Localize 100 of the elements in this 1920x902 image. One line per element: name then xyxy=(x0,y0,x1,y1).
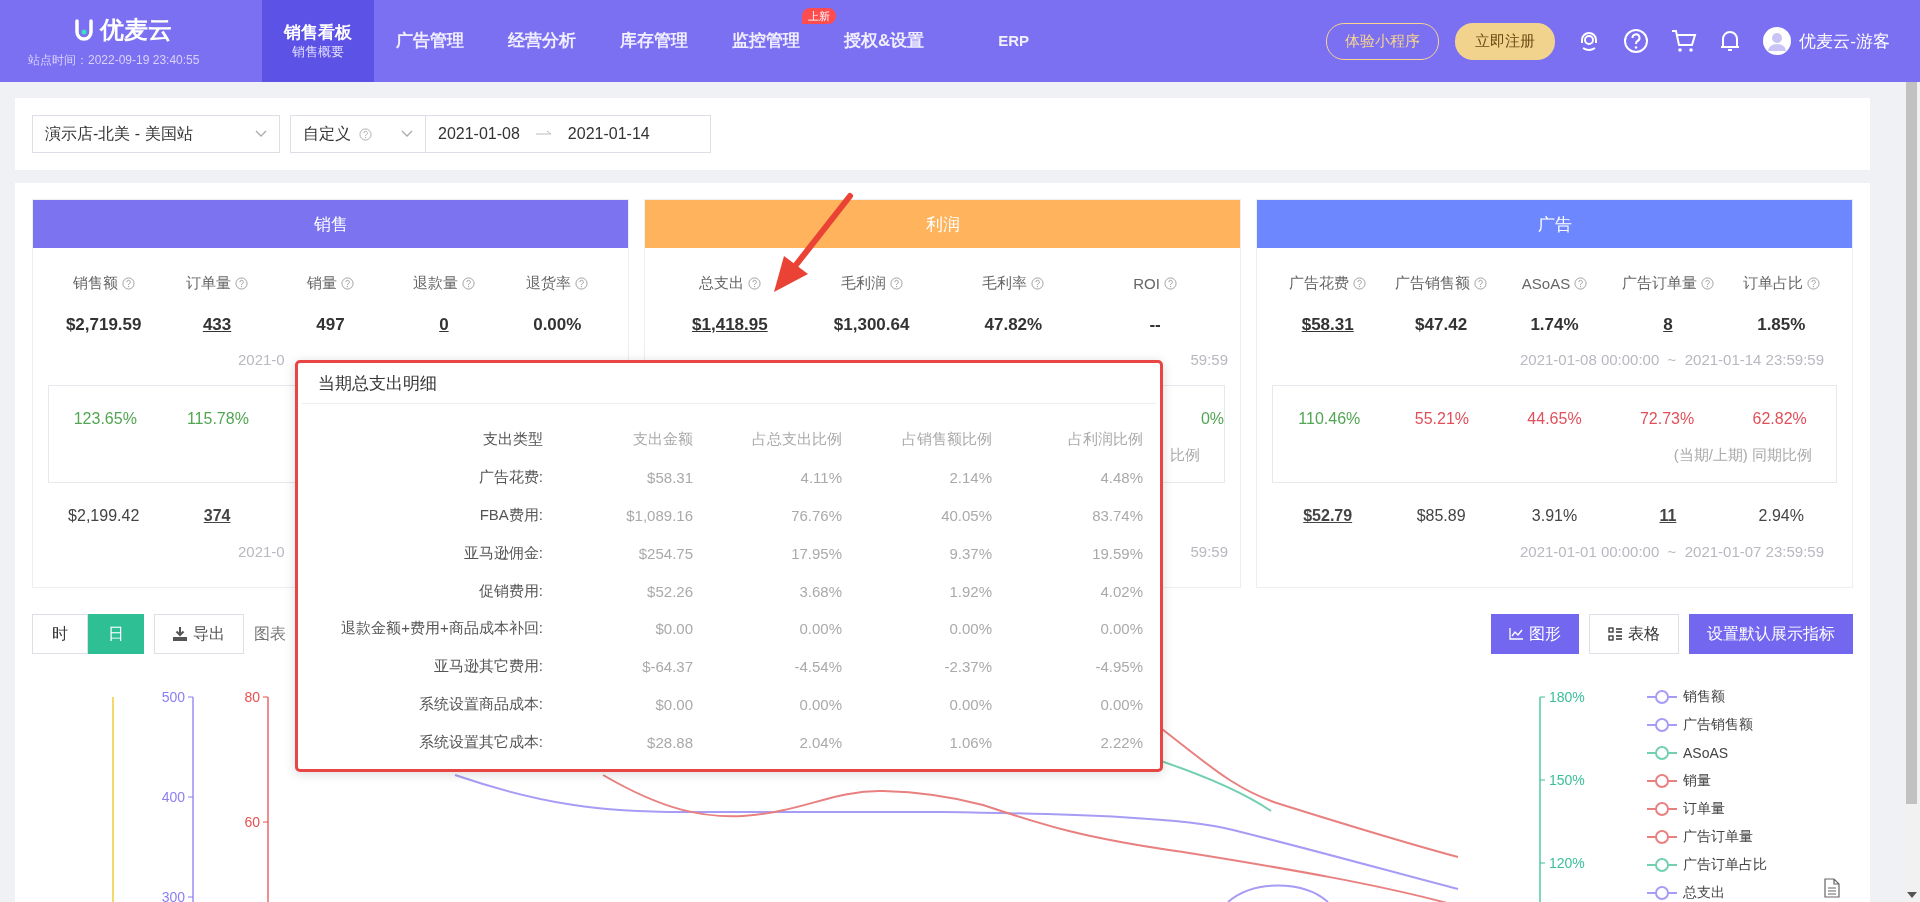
table-cell-text: 0.00% xyxy=(948,695,992,713)
date-range-text: 59:59 xyxy=(1190,351,1228,370)
legend-label[interactable]: 销量 xyxy=(1683,772,1711,790)
legend-label[interactable]: 广告订单占比 xyxy=(1683,856,1767,874)
metric-label: 退款量 xyxy=(412,274,458,293)
card-header: 销售 xyxy=(33,200,628,248)
metric-value: $47.42 xyxy=(1415,315,1468,335)
table-cell-text: 76.76% xyxy=(790,507,842,524)
default-metrics-button[interactable]: 设置默认展示指标 xyxy=(1689,614,1853,654)
help-icon[interactable] xyxy=(461,277,475,290)
help-icon[interactable] xyxy=(235,277,249,290)
help-icon[interactable] xyxy=(1474,277,1488,290)
metric-label: 销量 xyxy=(307,274,337,293)
nav-tab[interactable]: 销售看板 销售概要 xyxy=(262,0,374,82)
range-type-select[interactable]: 自定义 xyxy=(290,115,426,153)
metric-link[interactable]: $1,418.95 xyxy=(692,315,768,335)
axis-tick-label: 300 xyxy=(161,889,185,902)
help-icon[interactable] xyxy=(1806,277,1820,290)
ratio-value: 55.21% xyxy=(1414,410,1469,429)
table-cell-text: $0.00 xyxy=(654,695,693,713)
popup-title: 当期总支出明细 xyxy=(302,363,1156,404)
help-icon[interactable] xyxy=(341,277,354,290)
table-cell-text: 亚马逊佣金: xyxy=(462,543,543,563)
cart-icon[interactable] xyxy=(1671,29,1698,53)
metric-link[interactable]: $52.79 xyxy=(1303,507,1353,529)
bell-icon[interactable] xyxy=(1719,29,1742,53)
date-range-text: 2021-01-01 00:00:00 ~ 2021-01-07 23:59:59 xyxy=(1520,543,1824,562)
date-range-text: 2021-0 xyxy=(238,543,285,562)
metric-link[interactable]: 433 xyxy=(202,315,232,335)
table-cell-text: 0.00% xyxy=(798,620,842,638)
table-header: 支出类型 xyxy=(482,430,543,450)
table-cell-text: $58.31 xyxy=(646,469,693,487)
table-cell-text: -4.95% xyxy=(1094,658,1143,676)
table-header: 支出金额 xyxy=(632,430,693,450)
table-view-button[interactable]: 表格 xyxy=(1589,614,1679,654)
metric-label: ASoAS xyxy=(1521,275,1571,292)
metric-link[interactable]: 0 xyxy=(439,315,449,335)
date-range-field[interactable]: 2021-01-08 2021-01-14 xyxy=(425,115,711,153)
legend-label[interactable]: 总支出 xyxy=(1683,884,1725,902)
register-button[interactable]: 立即注册 xyxy=(1455,22,1556,60)
table-cell-text: 4.48% xyxy=(1099,469,1143,487)
store-select[interactable]: 演示店-北美 - 美国站 xyxy=(32,115,280,153)
metric-link[interactable]: $58.31 xyxy=(1301,315,1354,335)
metric-link[interactable]: 8 xyxy=(1663,315,1673,335)
table-cell-text: 40.05% xyxy=(940,507,992,524)
granularity-toggle[interactable]: 时 xyxy=(32,614,88,654)
ratio-value: 123.65% xyxy=(73,410,137,429)
ratio-value: 72.73% xyxy=(1639,410,1695,429)
help-icon[interactable] xyxy=(1031,277,1045,290)
help-icon[interactable] xyxy=(747,277,761,290)
table-cell-text: 系统设置其它成本: xyxy=(417,732,543,752)
date-range-text: 2021-01-08 00:00:00 ~ 2021-01-14 23:59:59 xyxy=(1520,351,1824,370)
metric-value: -- xyxy=(1149,315,1161,335)
chart-view-button[interactable]: 图形 xyxy=(1491,614,1579,654)
ratio-value: 0% xyxy=(1200,410,1224,429)
help-icon xyxy=(359,127,372,141)
table-cell-text: 19.59% xyxy=(1091,544,1143,562)
caret-icon xyxy=(255,130,267,138)
caret-icon xyxy=(401,130,413,138)
table-cell-text: $1,089.16 xyxy=(625,507,693,524)
metric-link[interactable]: 11 xyxy=(1659,507,1677,529)
avatar-icon[interactable] xyxy=(1763,27,1792,55)
document-icon[interactable] xyxy=(1824,878,1840,898)
metric-label: 毛利润 xyxy=(840,274,886,293)
table-cell-text: $-64.37 xyxy=(641,658,693,676)
table-cell-text: 1.06% xyxy=(948,733,992,751)
scroll-down-icon[interactable] xyxy=(1907,892,1917,898)
metric-link[interactable]: 374 xyxy=(203,507,231,529)
metric-label: 订单占比 xyxy=(1742,274,1803,293)
table-cell-text: $0.00 xyxy=(654,620,693,638)
metric-value: $2,199.42 xyxy=(68,507,140,526)
metric-label: 广告订单量 xyxy=(1621,274,1697,293)
list-icon xyxy=(1608,627,1622,641)
axis-tick-label: 80 xyxy=(244,689,260,705)
metric-value: 1.85% xyxy=(1757,315,1806,335)
table-cell-text: 退款金额+费用+商品成本补回: xyxy=(340,619,543,639)
ratio-value: 115.78% xyxy=(186,410,249,429)
help-icon[interactable] xyxy=(1700,277,1714,290)
logo-text: 优麦云 xyxy=(100,14,172,45)
help-icon[interactable] xyxy=(575,277,589,290)
help-icon[interactable] xyxy=(1574,277,1588,290)
ratio-value: 110.46% xyxy=(1298,410,1361,429)
legend-label[interactable]: 广告销售额 xyxy=(1683,716,1753,734)
legend-label[interactable]: 销售额 xyxy=(1683,688,1725,706)
metric-value: 497 xyxy=(316,315,345,335)
legend-label[interactable]: 广告订单量 xyxy=(1683,828,1753,846)
table-cell-text: 3.68% xyxy=(798,582,842,600)
table-cell-text: 亚马逊其它费用: xyxy=(432,657,543,677)
scrollbar[interactable] xyxy=(1903,82,1920,902)
help-icon[interactable] xyxy=(1353,277,1367,290)
help-icon[interactable] xyxy=(1163,277,1177,290)
table-cell-text: -2.37% xyxy=(943,658,992,676)
legend-label[interactable]: 订单量 xyxy=(1683,800,1725,818)
export-button[interactable]: 导出 xyxy=(154,614,244,654)
metric-label: 广告花费 xyxy=(1289,274,1350,293)
legend-label[interactable]: ASoAS xyxy=(1683,745,1729,761)
help-icon[interactable] xyxy=(121,277,135,290)
table-cell-text: 0.00% xyxy=(798,695,842,713)
help-icon[interactable] xyxy=(889,277,903,290)
user-name[interactable]: 优麦云-游客 xyxy=(1799,29,1890,53)
